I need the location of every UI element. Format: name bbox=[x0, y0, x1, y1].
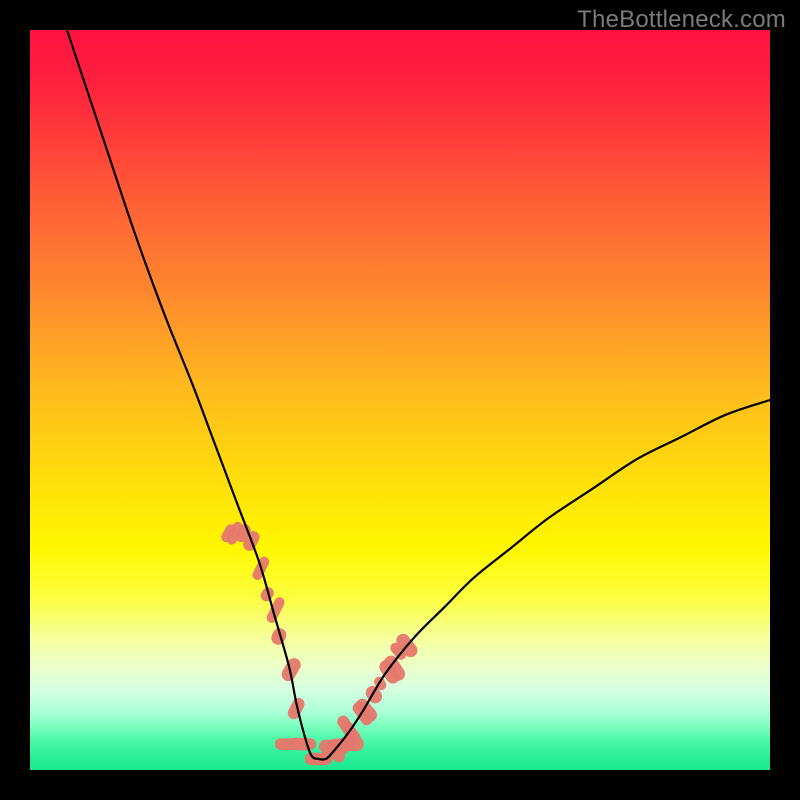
cluster-blob bbox=[337, 737, 364, 751]
chart-frame: TheBottleneck.com bbox=[0, 0, 800, 800]
bottleneck-curve bbox=[67, 30, 770, 760]
chart-svg bbox=[30, 30, 770, 770]
cluster-group bbox=[219, 520, 420, 766]
plot-area bbox=[30, 30, 770, 770]
